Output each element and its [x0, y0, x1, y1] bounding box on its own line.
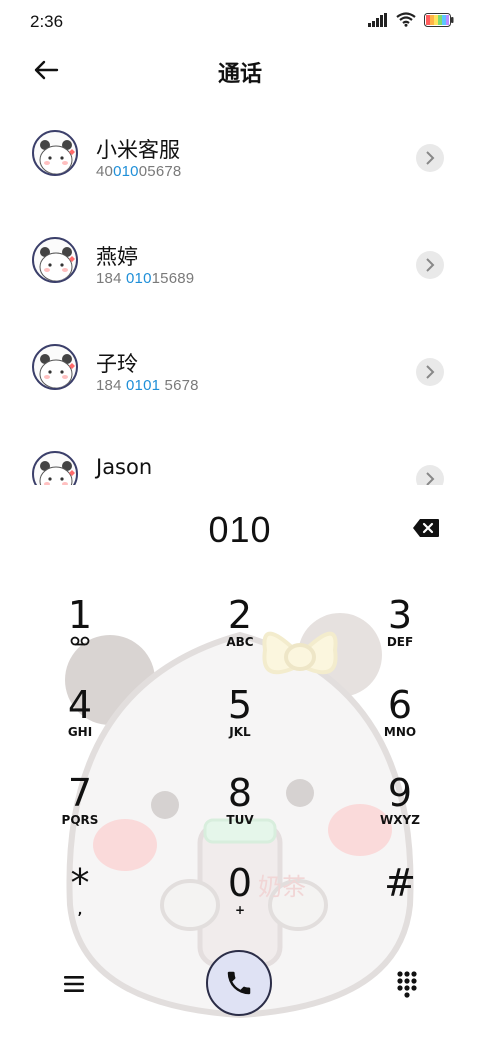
page-title: 通话 [217, 62, 262, 87]
key-1[interactable]: 1 [35, 595, 125, 665]
menu-button[interactable] [60, 972, 88, 996]
contact-detail-button[interactable] [416, 465, 444, 485]
key-2[interactable]: 2 ABC [195, 595, 285, 665]
avatar [32, 344, 78, 390]
phone-icon [227, 971, 251, 995]
contact-name: 小米客服 [96, 138, 180, 162]
contact-number: 184 01015689 [96, 270, 195, 287]
keypad-toggle-button[interactable] [396, 970, 418, 998]
chevron-right-icon [426, 472, 435, 485]
contact-detail-button[interactable] [416, 144, 444, 172]
header: 通话 [0, 40, 480, 100]
contact-row[interactable]: 小米客服 4001005678 [0, 100, 480, 206]
call-button[interactable] [206, 950, 272, 1016]
contact-row[interactable]: 燕婷 184 01015689 [0, 207, 480, 313]
chevron-right-icon [426, 365, 435, 379]
battery-icon [424, 12, 454, 27]
contact-name: Jason [96, 455, 153, 479]
chevron-right-icon [426, 151, 435, 165]
contact-row[interactable]: 子玲 184 0101 5678 [0, 314, 480, 420]
contact-name: 燕婷 [96, 245, 138, 269]
key-4[interactable]: 4 GHI [35, 685, 125, 755]
key-9[interactable]: 9 WXYZ [355, 773, 445, 843]
chevron-right-icon [426, 258, 435, 272]
status-icons [368, 12, 454, 27]
avatar [32, 130, 78, 176]
key-7[interactable]: 7 PQRS [35, 773, 125, 843]
contact-row[interactable]: Jason [0, 421, 480, 485]
voicemail-icon [70, 636, 90, 646]
contact-list: 小米客服 4001005678 燕婷 184 01015689 子玲 184 0… [0, 100, 480, 485]
key-star[interactable]: * , [35, 863, 125, 933]
backspace-button[interactable] [412, 518, 440, 538]
menu-icon [64, 976, 84, 992]
avatar [32, 451, 78, 485]
backspace-icon [413, 519, 439, 537]
key-8[interactable]: 8 TUV [195, 773, 285, 843]
contact-detail-button[interactable] [416, 251, 444, 279]
key-hash[interactable]: # [355, 863, 445, 933]
contact-number: 4001005678 [96, 163, 182, 180]
wifi-icon [396, 12, 416, 27]
dialer-panel: 奶茶 010 1 2 ABC 3 DEF 4 GHI 5 JKL 6 MNO 7… [0, 485, 480, 1040]
dial-input[interactable]: 010 [0, 509, 480, 551]
contact-detail-button[interactable] [416, 358, 444, 386]
contact-name: 子玲 [96, 352, 138, 376]
status-time: 2:36 [30, 12, 64, 31]
key-3[interactable]: 3 DEF [355, 595, 445, 665]
dialpad-icon [397, 971, 417, 998]
signal-icon [368, 12, 387, 27]
status-bar: 2:36 [0, 0, 480, 40]
key-0[interactable]: 0 + [195, 863, 285, 933]
key-6[interactable]: 6 MNO [355, 685, 445, 755]
dialer-actions [0, 950, 480, 1020]
avatar [32, 237, 78, 283]
contact-number: 184 0101 5678 [96, 377, 199, 394]
key-5[interactable]: 5 JKL [195, 685, 285, 755]
